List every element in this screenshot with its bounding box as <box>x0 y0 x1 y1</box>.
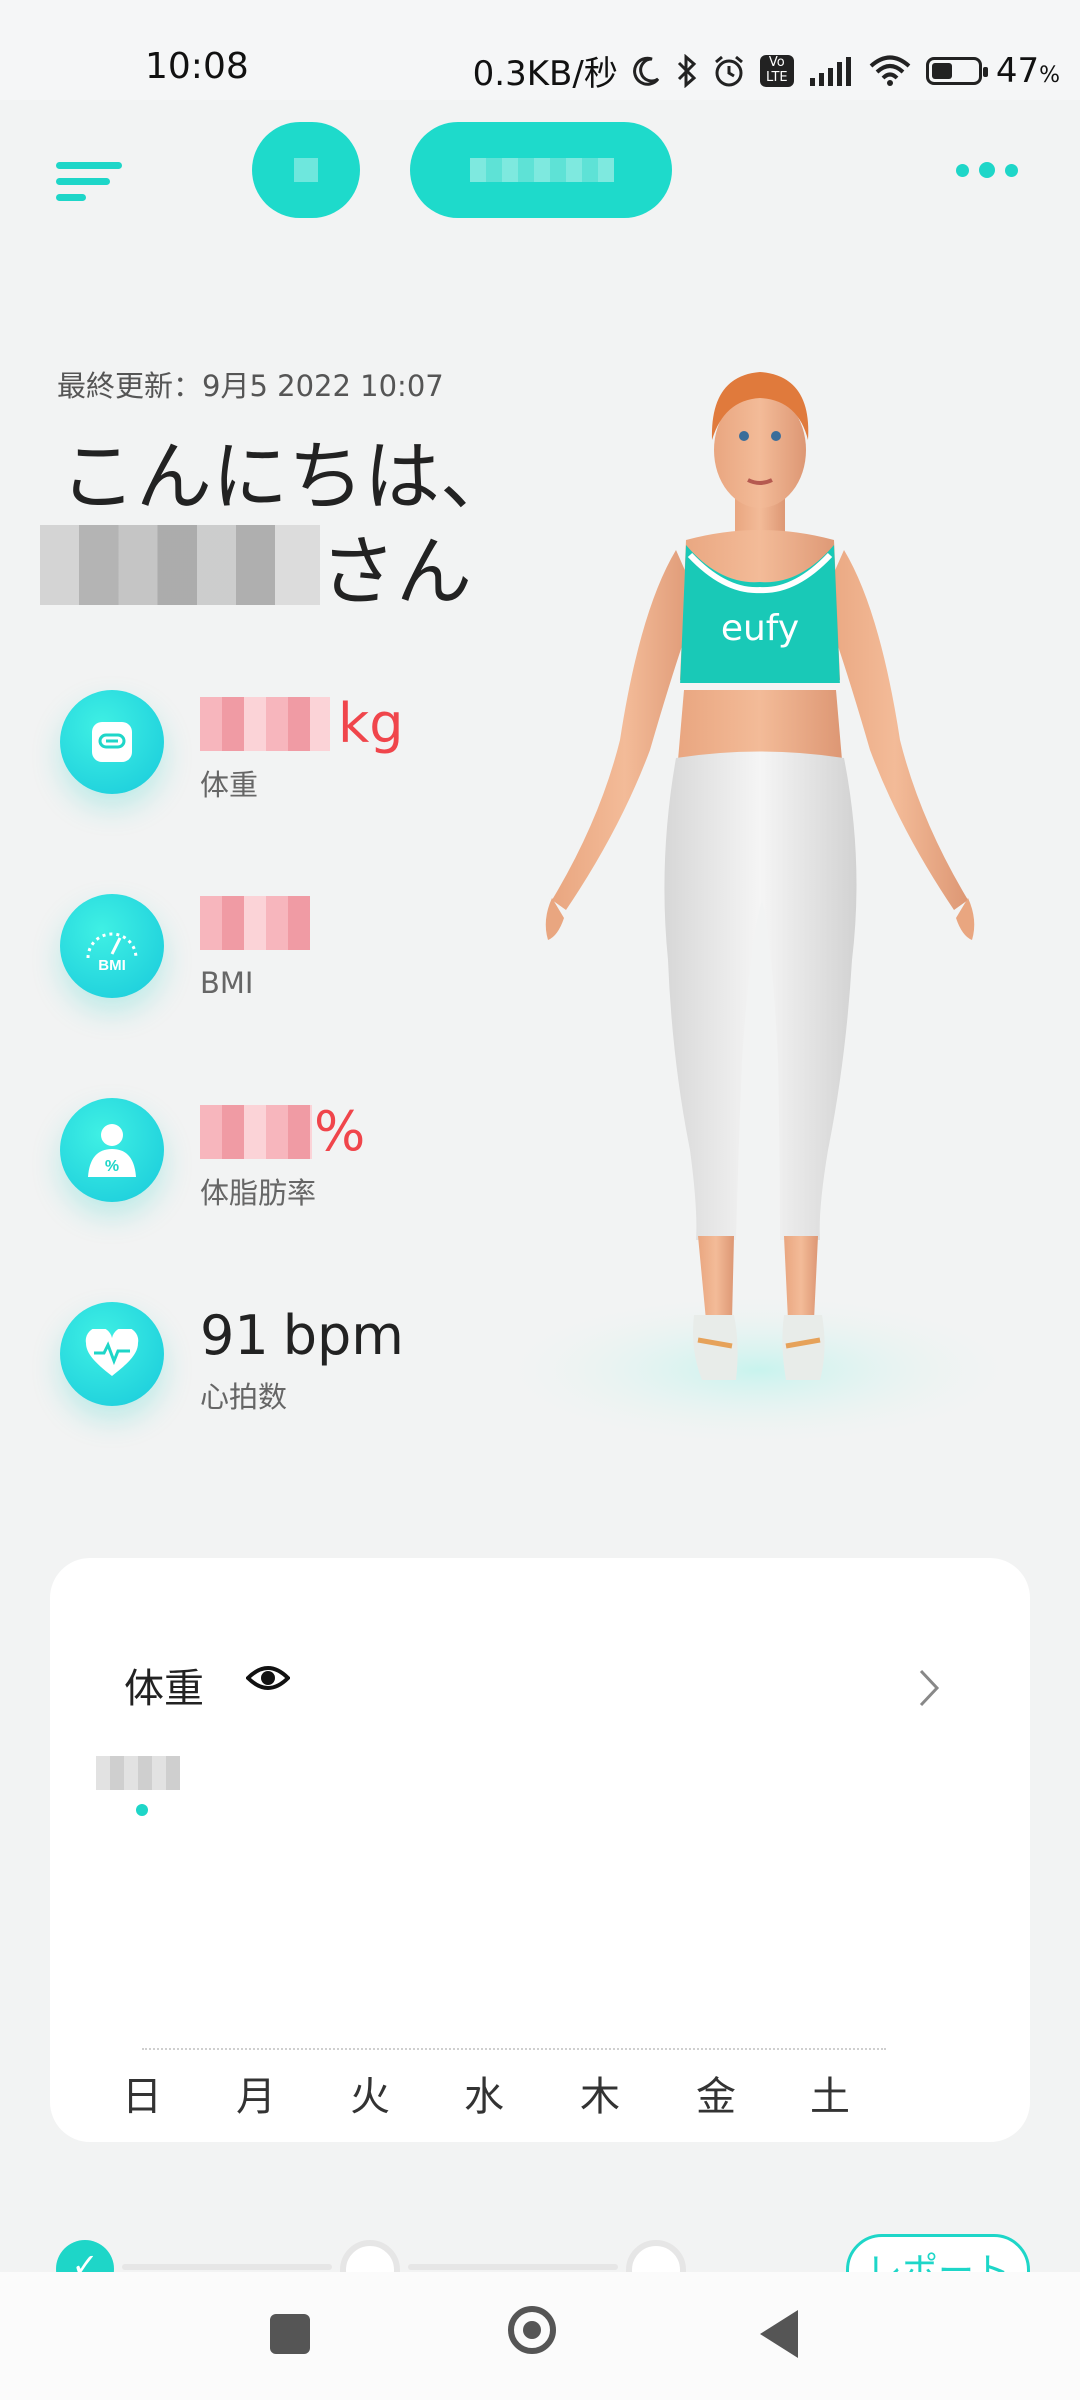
more-icon[interactable] <box>956 162 1018 178</box>
status-time: 10:08 <box>145 46 249 87</box>
metric-bmi[interactable]: BMI BMI <box>60 894 480 1004</box>
battery-percent: 47% <box>995 50 1060 91</box>
weight-label: 体重 <box>200 768 259 802</box>
body-fat-unit: % <box>314 1100 366 1163</box>
scale-icon <box>60 690 164 794</box>
recents-icon[interactable] <box>270 2314 310 2354</box>
status-bar: 10:08 0.3KB/秒 Vo LTE 47% <box>0 0 1080 100</box>
weight-chart-card[interactable]: 体重 日 月 火 水 木 金 土 <box>50 1558 1030 2142</box>
day-label: 土 <box>810 2074 850 2120</box>
greeting: こんにちは、 <box>60 432 516 521</box>
status-indicators: 0.3KB/秒 Vo LTE 47% <box>473 46 1060 95</box>
greeting-name-line: さん <box>40 515 472 616</box>
weight-unit: kg <box>338 692 404 755</box>
bmi-label: BMI <box>200 966 254 1000</box>
day-label: 木 <box>580 2074 620 2120</box>
heart-rate-number: 91 <box>200 1304 269 1367</box>
signal-icon <box>809 56 851 86</box>
day-label: 金 <box>696 2074 736 2120</box>
redacted-bmi <box>200 896 310 950</box>
bmi-gauge-icon: BMI <box>60 894 164 998</box>
check-icon: ✓ <box>56 2240 114 2274</box>
wifi-icon <box>869 55 911 86</box>
system-nav-bar <box>0 2272 1080 2400</box>
bmi-value <box>200 896 310 950</box>
body-fat-icon: % <box>60 1098 164 1202</box>
card-title: 体重 <box>124 1666 204 1712</box>
day-label: 日 <box>122 2074 162 2120</box>
home-icon[interactable] <box>508 2306 556 2354</box>
back-icon[interactable] <box>760 2310 798 2358</box>
day-label: 火 <box>350 2074 390 2120</box>
eufy-logo: eufy <box>721 608 799 649</box>
body-fat-value: % <box>200 1100 365 1163</box>
progress-node <box>626 2240 686 2274</box>
heart-rate-value: 91 bpm <box>200 1304 404 1367</box>
weight-value: kg <box>200 692 404 755</box>
eye-icon[interactable] <box>246 1662 290 1694</box>
body-fat-label: 体脂肪率 <box>200 1176 317 1210</box>
name-suffix: さん <box>320 527 472 616</box>
progress-track <box>408 2264 618 2270</box>
network-speed: 0.3KB/秒 <box>472 54 618 94</box>
last-updated: 最終更新：9月5 2022 10:07 <box>57 369 444 403</box>
top-nav <box>0 110 1080 230</box>
progress-track <box>122 2264 332 2270</box>
day-label: 水 <box>464 2074 504 2120</box>
user-avatar-button[interactable] <box>252 122 360 218</box>
chart-data-point <box>136 1804 148 1816</box>
body-avatar[interactable]: eufy <box>480 340 1040 1470</box>
goal-progress: ✓ レポート <box>0 2230 1080 2274</box>
bluetooth-icon <box>677 53 697 88</box>
progress-node <box>340 2240 400 2274</box>
battery-icon <box>925 56 988 85</box>
moon-icon <box>632 56 660 86</box>
svg-text:BMI: BMI <box>98 957 126 974</box>
redacted-weight <box>200 696 330 751</box>
heart-rate-label: 心拍数 <box>200 1380 288 1414</box>
heart-rate-unit: bpm <box>282 1304 404 1367</box>
redacted-user-name <box>40 525 320 605</box>
user-switch-button[interactable] <box>410 122 672 218</box>
metric-weight[interactable]: kg 体重 <box>60 690 480 802</box>
alarm-icon <box>714 55 743 86</box>
report-button[interactable]: レポート <box>846 2234 1030 2274</box>
metric-body-fat[interactable]: % % 体脂肪率 <box>60 1098 480 1210</box>
redacted-body-fat <box>200 1104 312 1159</box>
redacted-chart-value <box>96 1756 180 1790</box>
day-label: 月 <box>236 2074 276 2120</box>
menu-icon[interactable] <box>56 162 126 202</box>
volte-icon: Vo LTE <box>759 54 794 87</box>
heart-rate-icon <box>60 1302 164 1406</box>
chevron-right-icon[interactable] <box>918 1668 940 1708</box>
chart-axis <box>142 2048 886 2050</box>
metric-heart-rate[interactable]: 91 bpm 心拍数 <box>60 1302 480 1414</box>
svg-text:%: % <box>105 1158 119 1175</box>
